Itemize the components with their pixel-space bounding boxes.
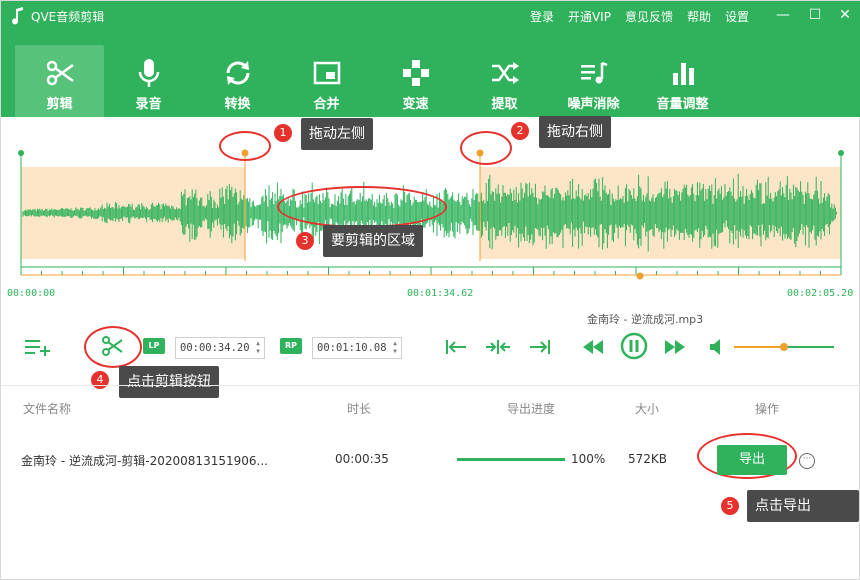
callout-drag-right: 拖动右侧 xyxy=(539,116,611,148)
row-size: 572KB xyxy=(628,452,668,466)
control-bar: 金南玲 - 逆流成河.mp3 LP 00:00:34.20 ▲ ▼ RP 00:0… xyxy=(1,311,860,398)
time-start-label: 00:00:00 xyxy=(7,288,56,299)
settings-link[interactable]: 设置 xyxy=(725,8,749,25)
tool-speed[interactable]: 变速 xyxy=(371,45,460,117)
col-progress: 导出进度 xyxy=(507,402,556,416)
lp-badge: LP xyxy=(143,338,165,354)
tool-cut[interactable]: 剪辑 xyxy=(15,45,104,117)
speaker-icon[interactable] xyxy=(710,339,724,355)
tool-extract[interactable]: 提取 xyxy=(460,45,549,117)
feedback-link[interactable]: 意见反馈 xyxy=(625,8,673,25)
app-title: QVE音频剪辑 xyxy=(31,10,105,24)
denoise-icon xyxy=(580,61,607,84)
vip-link[interactable]: 开通VIP xyxy=(568,8,611,25)
time-end-label: 00:02:05.20 xyxy=(787,288,854,299)
add-file-icon[interactable] xyxy=(23,337,51,357)
callout-cut-region: 要剪辑的区域 xyxy=(323,225,423,257)
col-action: 操作 xyxy=(755,402,780,416)
track-end-handle[interactable] xyxy=(838,150,844,156)
volume-slider-fill xyxy=(734,346,784,348)
row-progress-fill xyxy=(457,458,565,461)
minimize-button[interactable]: — xyxy=(771,4,795,26)
annotation-ring-left xyxy=(219,131,271,161)
playhead[interactable] xyxy=(636,272,644,280)
tool-cut-label: 剪辑 xyxy=(46,97,73,112)
jump-to-end-icon[interactable] xyxy=(529,339,551,355)
close-button[interactable]: ✕ xyxy=(833,4,857,26)
step-number-2: 2 xyxy=(511,122,529,140)
col-filename: 文件名称 xyxy=(23,402,72,416)
rewind-icon[interactable] xyxy=(583,340,603,354)
title-bar: QVE音频剪辑 登录 开通VIP 意见反馈 帮助 设置 — ☐ ✕ xyxy=(1,1,860,31)
volume-bars-icon xyxy=(672,63,694,85)
lp-spinner[interactable]: ▲ ▼ xyxy=(254,340,262,356)
row-duration: 00:00:35 xyxy=(335,452,389,466)
toolbar: 剪辑 录音 转换 合并 变速 提取 噪声消除 音量调整 xyxy=(15,45,727,117)
step-number-3: 3 xyxy=(296,232,314,250)
tool-volume[interactable]: 音量调整 xyxy=(638,45,727,117)
tool-record-label: 录音 xyxy=(135,97,162,112)
convert-icon xyxy=(226,61,249,85)
scissors-icon xyxy=(46,60,74,86)
fast-forward-icon[interactable] xyxy=(665,340,685,354)
help-link[interactable]: 帮助 xyxy=(687,8,711,25)
annotation-ring-region xyxy=(277,186,447,228)
annotation-ring-right xyxy=(460,131,512,165)
step-number-5: 5 xyxy=(721,497,739,515)
top-links: 登录 开通VIP 意见反馈 帮助 设置 xyxy=(530,8,749,25)
callout-click-export: 点击导出 xyxy=(747,490,859,522)
volume-slider[interactable] xyxy=(734,343,834,351)
time-mid-label: 00:01:34.62 xyxy=(407,288,474,299)
header: QVE音频剪辑 登录 开通VIP 意见反馈 帮助 设置 — ☐ ✕ 剪辑 录音 … xyxy=(1,1,860,117)
col-size: 大小 xyxy=(635,402,660,416)
merge-icon xyxy=(313,61,340,85)
rp-spinner[interactable]: ▲ ▼ xyxy=(391,340,399,356)
music-note-icon xyxy=(12,7,23,25)
speed-icon xyxy=(402,60,429,86)
callout-drag-left: 拖动左侧 xyxy=(301,118,373,150)
rp-time-value: 00:01:10.08 xyxy=(317,342,387,354)
step-number-1: 1 xyxy=(274,124,292,142)
rp-time-field[interactable]: 00:01:10.08 ▲ ▼ xyxy=(312,337,402,359)
tool-speed-label: 变速 xyxy=(402,97,429,112)
row-progress-bar xyxy=(457,458,565,461)
tool-volume-label: 音量调整 xyxy=(656,97,709,112)
current-file-name: 金南玲 - 逆流成河.mp3 xyxy=(587,313,704,326)
pause-icon[interactable] xyxy=(620,332,648,360)
row-filename: 金南玲 - 逆流成河-剪辑-20200813151906... xyxy=(21,454,268,468)
tool-convert[interactable]: 转换 xyxy=(193,45,282,117)
rp-badge: RP xyxy=(280,338,302,354)
jump-to-start-icon[interactable] xyxy=(445,339,467,355)
lp-time-value: 00:00:34.20 xyxy=(180,342,250,354)
tool-convert-label: 转换 xyxy=(224,97,251,112)
extract-icon xyxy=(491,62,519,84)
col-duration: 时长 xyxy=(347,402,372,416)
timeline-ticks xyxy=(20,267,842,275)
track-start-handle[interactable] xyxy=(18,150,24,156)
tool-extract-label: 提取 xyxy=(491,97,518,112)
row-progress-text: 100% xyxy=(571,452,606,466)
tool-merge[interactable]: 合并 xyxy=(282,45,371,117)
login-link[interactable]: 登录 xyxy=(530,8,554,25)
lp-time-field[interactable]: 00:00:34.20 ▲ ▼ xyxy=(175,337,265,359)
app-window: QVE音频剪辑 登录 开通VIP 意见反馈 帮助 设置 — ☐ ✕ 剪辑 录音 … xyxy=(0,0,860,580)
tool-denoise-label: 噪声消除 xyxy=(567,97,620,112)
export-button[interactable]: 导出 xyxy=(717,445,787,475)
microphone-icon xyxy=(138,59,159,87)
tool-merge-label: 合并 xyxy=(313,97,340,112)
tool-denoise[interactable]: 噪声消除 xyxy=(549,45,638,117)
waveform-area: 1 拖动左侧 2 拖动右侧 3 要剪辑的区域 00:00:00 00:01:34… xyxy=(1,116,860,307)
scissors-icon[interactable] xyxy=(100,335,124,357)
file-table-header: 文件名称 时长 导出进度 大小 操作 xyxy=(1,385,860,429)
maximize-button[interactable]: ☐ xyxy=(803,4,827,26)
table-row[interactable]: 金南玲 - 逆流成河-剪辑-20200813151906... 00:00:35… xyxy=(1,429,860,489)
volume-slider-knob[interactable] xyxy=(780,343,788,351)
tool-record[interactable]: 录音 xyxy=(104,45,193,117)
center-selection-icon[interactable] xyxy=(485,339,511,355)
more-options-icon[interactable]: ··· xyxy=(799,453,815,469)
